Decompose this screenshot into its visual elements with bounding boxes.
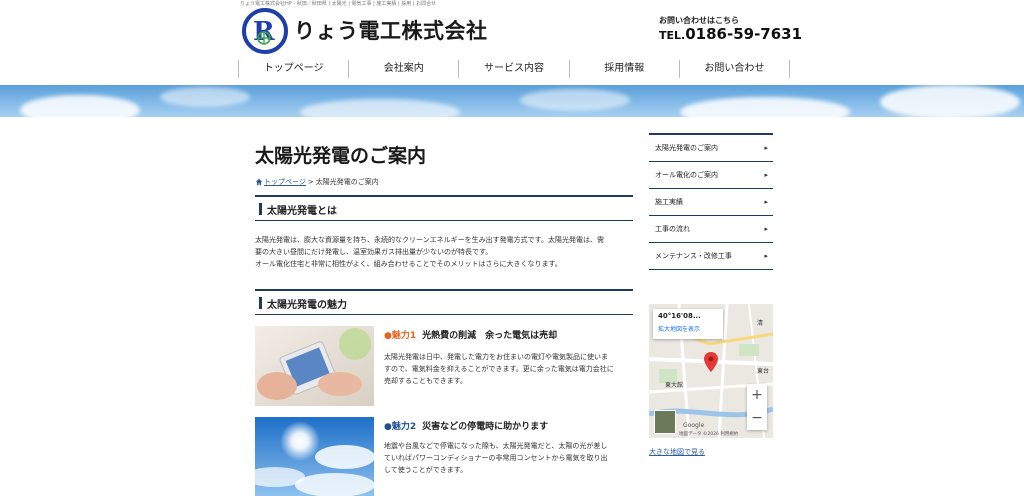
sidebar-item-label: 施工実績 <box>655 198 683 206</box>
feature-image-sky <box>255 417 374 496</box>
heading-bar <box>259 297 262 309</box>
google-logo: Google <box>683 422 705 429</box>
global-nav: トップページ 会社案内 サービス内容 採用情報 お問い合わせ <box>238 60 791 78</box>
company-logo[interactable]: R <box>241 7 289 55</box>
sidebar-item-label: オール電化のご案内 <box>655 171 718 179</box>
sidebar-item-maintenance[interactable]: メンテナンス・改修工事 ▸ <box>649 243 773 270</box>
feature-1-line: すので、電気料金を抑えることができます。更に余った電気は電力会社に <box>384 365 614 373</box>
breadcrumb-home[interactable]: トップページ <box>255 177 306 187</box>
contact-phone[interactable]: TEL.0186-59-7631 <box>659 25 802 43</box>
nav-item-services[interactable]: サービス内容 <box>459 60 570 78</box>
sky-banner <box>0 85 1024 117</box>
heading-bar <box>259 203 262 215</box>
sidebar-item-solar[interactable]: 太陽光発電のご案内 ▸ <box>649 135 773 162</box>
nav-item-contact[interactable]: お問い合わせ <box>680 60 791 78</box>
page: りょう電工株式会社HP・秋田／秋田県 | 太陽光 | 電気工事 | 施工実績 |… <box>0 0 1024 496</box>
about-paragraph: 太陽光発電は、膨大な資源量を持ち、永続的なクリーンエネルギーを生み出す発電方式で… <box>255 234 633 270</box>
feature-1-title: ●魅力1 光熱費の削減 余った電気は売却 <box>384 328 557 341</box>
nav-item-top[interactable]: トップページ <box>239 60 350 78</box>
section-title-about: 太陽光発電とは <box>267 206 337 217</box>
zoom-in-button[interactable]: + <box>747 384 767 407</box>
map-place-label: 東大館 <box>665 382 684 389</box>
sidebar-item-label: 工事の流れ <box>655 225 690 233</box>
feature-bullet-icon: ● <box>384 331 392 341</box>
site-description: りょう電工株式会社HP・秋田／秋田県 | 太陽光 | 電気工事 | 施工実績 |… <box>240 1 437 7</box>
map-place-label: 清 <box>757 320 764 327</box>
feature-image-tablet <box>255 326 374 406</box>
sidebar-item-flow[interactable]: 工事の流れ ▸ <box>649 216 773 243</box>
feature-2-line: 地震や台風などで停電になった際も、太陽光発電だと、太陽の光が差し <box>384 442 608 450</box>
chevron-right-icon: ▸ <box>764 144 768 152</box>
feature-2-label: 魅力2 <box>391 422 417 432</box>
zoom-out-button[interactable]: − <box>747 407 767 430</box>
feature-bullet-icon: ● <box>384 422 392 432</box>
tel-number: 0186-59-7631 <box>685 25 803 43</box>
chevron-right-icon: ▸ <box>764 225 768 233</box>
about-line: 要の大きい昼間にだけ発電し、温室効果ガス排出量が少ないのが特長です。 <box>255 248 493 256</box>
feature-2-line: ていればパワーコンディショナーの非常用コンセントから電気を取り出 <box>384 454 608 462</box>
feature-1-description: 太陽光発電は日中、発電した電力をお住まいの電灯や電気製品に使いま すので、電気料… <box>384 351 634 387</box>
feature-1-label: 魅力1 <box>391 331 417 341</box>
big-map-link[interactable]: 大きな地図で見る <box>649 447 705 457</box>
breadcrumb-home-label: トップページ <box>264 178 306 186</box>
sidebar-menu: 太陽光発電のご案内 ▸ オール電化のご案内 ▸ 施工実績 ▸ 工事の流れ ▸ メンテナン… <box>649 133 773 270</box>
section-heading-appeal: 太陽光発電の魅力 <box>255 289 633 315</box>
map-coordinates: 40°16'08... <box>658 312 701 320</box>
section-heading-about: 太陽光発電とは <box>255 195 633 221</box>
chevron-right-icon: ▸ <box>764 252 768 260</box>
map-place-label: 東台 <box>757 368 770 375</box>
tel-prefix: TEL. <box>659 29 686 42</box>
sidebar-item-label: 太陽光発電のご案内 <box>655 144 718 152</box>
map-pin-icon <box>704 352 718 372</box>
sidebar-item-label: メンテナンス・改修工事 <box>655 252 732 260</box>
feature-2-title: ●魅力2 災害などの停電時に助かります <box>384 419 548 432</box>
map-zoom-control: + − <box>747 384 767 430</box>
google-map[interactable]: 東大館 東台 清 40°16'08... 拡大地図を表示 + − Google … <box>649 304 773 438</box>
breadcrumb-current: 太陽光発電のご案内 <box>315 178 379 186</box>
about-line: オール電化住宅と非常に相性がよく、組み合わせることでそのメリットはさらに大きくな… <box>255 260 562 268</box>
section-title-appeal: 太陽光発電の魅力 <box>267 300 347 311</box>
map-satellite-toggle[interactable] <box>654 410 676 434</box>
feature-2-heading: 災害などの停電時に助かります <box>422 422 549 432</box>
sidebar-item-all-electric[interactable]: オール電化のご案内 ▸ <box>649 162 773 189</box>
feature-1-heading: 光熱費の削減 余った電気は売却 <box>422 331 558 341</box>
feature-2-description: 地震や台風などで停電になった際も、太陽光発電だと、太陽の光が差し ていればパワー… <box>384 440 634 476</box>
feature-1-line: 太陽光発電は日中、発電した電力をお住まいの電灯や電気製品に使いま <box>384 353 608 361</box>
company-name[interactable]: りょう電工株式会社 <box>294 15 488 45</box>
map-info-card: 40°16'08... 拡大地図を表示 <box>653 309 723 339</box>
nav-item-company[interactable]: 会社案内 <box>349 60 460 78</box>
breadcrumb-separator: > <box>307 178 314 186</box>
home-icon <box>255 178 263 186</box>
about-line: 太陽光発電は、膨大な資源量を持ち、永続的なクリーンエネルギーを生み出す発電方式で… <box>255 236 604 244</box>
page-title: 太陽光発電のご案内 <box>255 145 427 167</box>
chevron-right-icon: ▸ <box>764 198 768 206</box>
nav-item-recruit[interactable]: 採用情報 <box>570 60 680 78</box>
map-enlarge-link[interactable]: 拡大地図を表示 <box>658 324 718 333</box>
map-attribution: 地図データ ©2026 利用規約 <box>679 432 739 437</box>
feature-1-line: 売却することもできます。 <box>384 377 468 385</box>
sidebar-item-works[interactable]: 施工実績 ▸ <box>649 189 773 216</box>
chevron-right-icon: ▸ <box>764 171 768 179</box>
feature-2-line: して使うことができます。 <box>384 466 468 474</box>
breadcrumb: トップページ > 太陽光発電のご案内 <box>255 177 379 187</box>
